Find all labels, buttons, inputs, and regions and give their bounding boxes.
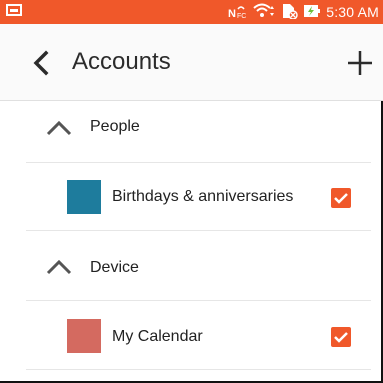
- calendar-checkbox[interactable]: [331, 327, 351, 347]
- group-label: Device: [90, 259, 139, 276]
- checkmark-icon: [334, 332, 348, 343]
- chevron-up-icon: [46, 259, 72, 275]
- calendar-label: My Calendar: [112, 328, 203, 345]
- status-bar: N FC 5:30 AM: [0, 0, 383, 24]
- chevron-up-icon: [46, 120, 72, 136]
- back-button[interactable]: [30, 50, 52, 76]
- svg-text:FC: FC: [237, 13, 246, 19]
- calendar-label: Birthdays & anniversaries: [112, 188, 294, 205]
- sim-icon: [280, 3, 298, 22]
- divider: [26, 369, 371, 370]
- nfc-icon: N FC: [228, 3, 248, 22]
- group-header-people[interactable]: People: [0, 101, 383, 169]
- calendar-row-birthdays[interactable]: Birthdays & anniversaries: [0, 163, 383, 231]
- calendar-color-swatch: [67, 180, 101, 214]
- add-account-button[interactable]: [346, 49, 374, 77]
- calendar-row-my-calendar[interactable]: My Calendar: [0, 301, 383, 369]
- status-time: 5:30 AM: [326, 4, 379, 20]
- app-header: Accounts: [0, 24, 383, 101]
- calendar-checkbox[interactable]: [331, 188, 351, 208]
- calendar-color-swatch: [67, 319, 101, 353]
- plus-icon: [348, 51, 372, 75]
- image-notification-icon: [6, 3, 22, 21]
- group-header-device[interactable]: Device: [0, 231, 383, 299]
- page-title: Accounts: [72, 48, 171, 75]
- battery-charging-icon: [303, 3, 321, 22]
- wifi-icon: [253, 3, 275, 22]
- svg-text:N: N: [228, 8, 236, 19]
- checkmark-icon: [334, 193, 348, 204]
- group-label: People: [90, 118, 140, 135]
- chevron-left-icon: [33, 50, 49, 76]
